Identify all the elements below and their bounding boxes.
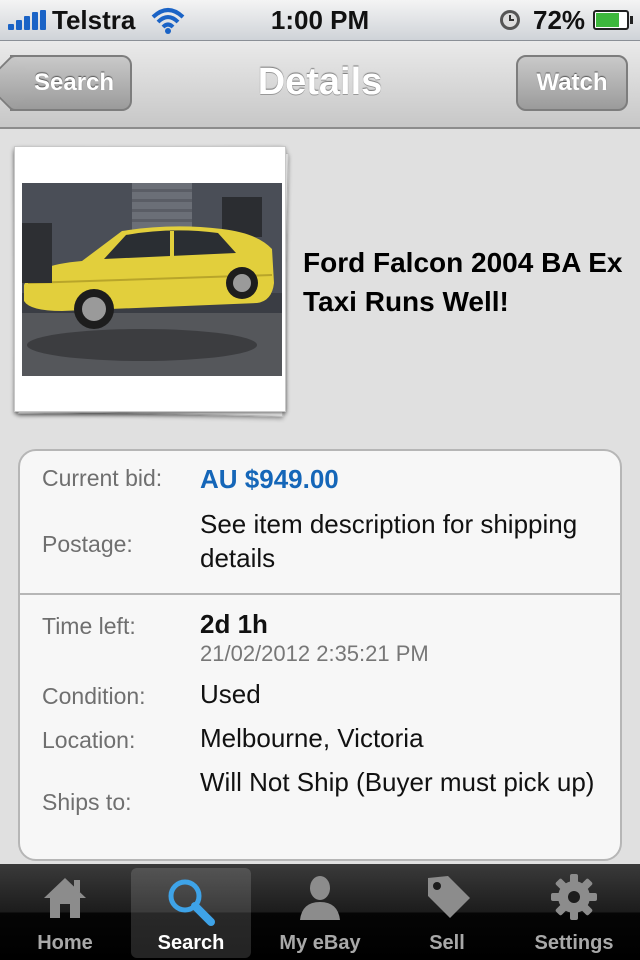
tab-my-ebay[interactable]: My eBay	[257, 864, 383, 960]
postage-label: Postage:	[42, 531, 133, 557]
tab-sell-label: Sell	[429, 932, 465, 954]
location-label: Location:	[42, 727, 136, 753]
ships-to-label: Ships to:	[42, 789, 132, 815]
tag-icon	[428, 876, 470, 918]
watch-button[interactable]: Watch	[516, 55, 628, 111]
gear-icon	[551, 874, 597, 920]
tab-bar: Home Search My eBay Sell Settings	[0, 864, 640, 960]
battery-percent: 72%	[533, 5, 586, 35]
time-left-label: Time left:	[42, 613, 136, 639]
item-photo[interactable]	[22, 183, 282, 376]
ships-to-value: Will Not Ship (Buyer must pick up)	[200, 767, 595, 797]
tab-home-label: Home	[37, 932, 93, 954]
status-bar: Telstra 1:00 PM 72%	[0, 0, 640, 41]
condition-value: Used	[200, 679, 261, 709]
alarm-clock-icon	[500, 10, 520, 30]
battery-icon	[593, 10, 633, 30]
details-card: Current bid: AU $949.00 Postage: See ite…	[18, 449, 622, 861]
tab-home[interactable]: Home	[2, 864, 128, 960]
search-icon	[168, 879, 215, 926]
item-title: Ford Falcon 2004 BA Ex Taxi Runs Well!	[303, 247, 623, 317]
time-left-value: 2d 1h	[200, 609, 268, 639]
tab-my-ebay-label: My eBay	[279, 932, 361, 954]
yellow-car-photo-icon	[22, 183, 282, 376]
tab-sell[interactable]: Sell	[384, 864, 510, 960]
current-bid-value: AU $949.00	[200, 464, 339, 494]
navigation-bar: Search Details Watch	[0, 41, 640, 129]
condition-label: Condition:	[42, 683, 146, 709]
postage-value: See item description for shipping detail…	[200, 509, 578, 573]
home-icon	[44, 878, 86, 918]
divider	[20, 593, 620, 595]
back-button-label: Search	[34, 69, 115, 96]
tab-settings-label: Settings	[534, 932, 614, 954]
end-date: 21/02/2012 2:35:21 PM	[200, 641, 429, 666]
tab-search[interactable]: Search	[131, 868, 251, 958]
tab-settings[interactable]: Settings	[511, 864, 637, 960]
current-bid-label: Current bid:	[42, 465, 163, 491]
tab-search-label: Search	[157, 932, 225, 954]
person-icon	[300, 876, 340, 920]
location-value: Melbourne, Victoria	[200, 723, 424, 753]
